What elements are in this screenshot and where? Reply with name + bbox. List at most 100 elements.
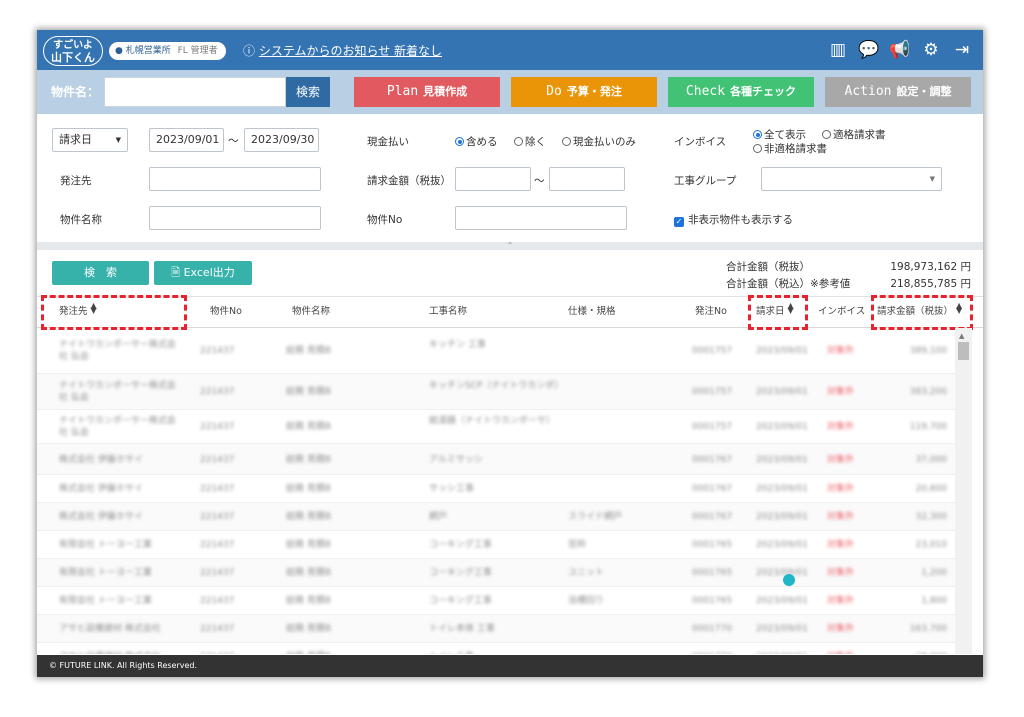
cell-amt: 389,100 <box>909 346 947 356</box>
cell-amt: 119,700 <box>909 422 947 432</box>
chevron-down-icon: ▼ <box>115 136 121 144</box>
excel-icon: 🗎 <box>171 266 181 279</box>
results-bar: 検 索 🗎 Excel出力 合計金額（税抜） 198,973,162 円 合計金… <box>37 250 983 296</box>
office-name: 札幌営業所 <box>125 46 171 56</box>
cell-inv: 対象外 <box>827 387 855 397</box>
table-row[interactable]: アサヒ設備建材 株式会社 221437 総務 見積B トイレ工事 0001770 2023… <box>37 643 955 654</box>
cell-orderer: アサヒ設備建材 株式会社 <box>59 651 184 654</box>
cell-inv: 対象外 <box>827 346 855 356</box>
invoice-option-nonqualified[interactable]: 非適格請求書 <box>753 141 827 156</box>
cell-work: キッチン 工事 <box>429 340 486 350</box>
excel-export-button[interactable]: 🗎 Excel出力 <box>154 261 252 285</box>
total-ex-tax-value: 198,973,162 円 <box>890 261 971 273</box>
highlight-amount-sort <box>871 295 973 330</box>
date-from-input[interactable]: 2023/09/01 <box>149 128 224 152</box>
action-button[interactable]: Action 設定・調整 <box>825 77 971 107</box>
invoice-option-all[interactable]: 全て表示 <box>753 127 806 142</box>
scroll-up-icon[interactable]: ▲ <box>959 332 964 340</box>
work-group-select[interactable]: ▼ <box>761 167 942 191</box>
table-row[interactable]: アサヒ設備建材 株式会社 221437 総務 見積B トイレ本体 工事 0001770 2… <box>37 615 955 643</box>
property-search-input[interactable] <box>104 77 286 107</box>
table-row[interactable]: ナイトウカンポーサー株式会社 弘会 221437 総務 見積B 給湯器（ナイトウカンポ… <box>37 410 955 444</box>
invoice-option-qualified[interactable]: 適格請求書 <box>822 127 886 142</box>
app-window: すごいよ 山下くん ● 札幌営業所 FL 管理者 ⓘ システムからのお知らせ 新… <box>37 30 983 677</box>
cash-option-only[interactable]: 現金払いのみ <box>562 134 636 149</box>
table-header: 発注先▲ ▼ 物件No 物件名称 工事名称 仕様・規格 発注No 請求日▲ ▼ イン… <box>37 295 983 330</box>
cell-amt: 32,300 <box>915 512 948 522</box>
cell-orderer: ナイトウカンポーサー株式会社 弘会 <box>59 340 176 362</box>
search-button[interactable]: 検 索 <box>52 261 149 285</box>
orderer-input[interactable] <box>149 167 321 191</box>
cell-amt: 37,000 <box>915 454 948 465</box>
amount-from-input[interactable] <box>455 167 531 191</box>
col-property-no: 物件No <box>210 306 242 317</box>
cell-ono: 0001765 <box>692 540 733 550</box>
table-scrollbar[interactable]: ▲ <box>955 328 972 654</box>
app-logo[interactable]: すごいよ 山下くん <box>43 36 103 66</box>
property-no-input[interactable] <box>455 206 627 230</box>
radio-icon <box>562 137 571 146</box>
date-type-value: 請求日 <box>59 133 92 146</box>
date-to-input[interactable]: 2023/09/30 <box>244 128 319 152</box>
collapse-toggle[interactable]: ⌃ <box>37 242 983 250</box>
col-order-no: 発注No <box>695 306 727 317</box>
table-row[interactable]: 有限会社 トーヨー工業 221437 総務 見積B コーキング工事 浴槽回り 000176… <box>37 587 955 615</box>
radio-icon <box>753 144 762 153</box>
cell-amt: 1,800 <box>921 596 947 606</box>
cell-ono: 0001757 <box>692 422 733 432</box>
orderer-label: 発注先 <box>60 175 92 187</box>
cell-amt: 28,000 <box>877 651 948 654</box>
table-row[interactable]: 有限会社 トーヨー工業 221437 総務 見積B コーキング工事 ユニット 000176… <box>37 559 955 587</box>
plan-button[interactable]: Plan 見積作成 <box>354 77 500 107</box>
cash-label: 現金払い <box>367 136 409 148</box>
user-icon: ● <box>115 46 123 56</box>
date-type-select[interactable]: 請求日 ▼ <box>52 128 128 152</box>
cash-option-include[interactable]: 含める <box>455 134 498 149</box>
do-key: Do <box>546 84 562 99</box>
action-key: Action <box>844 84 892 99</box>
footer: © FUTURE LINK. All Rights Reserved. <box>37 655 983 677</box>
cell-pname: 総務 見積B <box>286 422 332 432</box>
chat-icon[interactable]: 💬 <box>858 38 880 62</box>
logout-icon[interactable]: ⇥ <box>951 38 973 62</box>
do-button[interactable]: Do 予算・発注 <box>511 77 657 107</box>
cell-pno: 221437 <box>200 454 235 465</box>
building-icon[interactable]: ▥ <box>827 38 849 62</box>
check-button[interactable]: Check 各種チェック <box>668 77 814 107</box>
cell-inv: 対象外 <box>827 596 855 606</box>
table-row[interactable]: 株式会社 伊藤ホサイ 221437 総務 見積B アルミサッシ 0001767 2023/… <box>37 444 955 475</box>
cell-work: 給湯器（ナイトウカンポーサ） <box>429 416 555 426</box>
table-row[interactable]: ナイトウカンポーサー株式会社 弘会 221437 総務 見積B キッチンSCP（ナイト… <box>37 374 955 410</box>
check-label: 各種チェック <box>730 85 797 98</box>
table-row[interactable]: ナイトウカンポーサー株式会社 弘会 221437 総務 見積B キッチン 工事 0001… <box>37 328 955 374</box>
cell-pno: 221437 <box>200 346 235 356</box>
user-badge[interactable]: ● 札幌営業所 FL 管理者 <box>109 42 226 60</box>
table-row[interactable]: 株式会社 伊藤ホサイ 221437 総務 見積B 網戸 スライド網戸 0001767 202… <box>37 503 955 531</box>
show-hidden-checkbox[interactable]: ✓ 非表示物件も表示する <box>674 212 793 227</box>
cell-pno: 221437 <box>200 540 235 550</box>
cell-pno: 221437 <box>200 596 235 606</box>
cell-amt: 23,010 <box>915 540 948 550</box>
notice-link[interactable]: システムからのお知らせ 新着なし <box>259 44 442 58</box>
amount-separator: ～ <box>534 175 545 187</box>
cell-pno: 221437 <box>200 422 235 432</box>
cell-orderer: ナイトウカンポーサー株式会社 弘会 <box>59 416 176 438</box>
cell-date: 2023/09/01 <box>756 624 808 634</box>
property-name-input[interactable] <box>149 206 321 230</box>
filter-panel: 請求日 ▼ 2023/09/01 ～ 2023/09/30 現金払い 含める 除… <box>37 114 983 242</box>
scroll-thumb[interactable] <box>958 342 969 360</box>
checkmark-icon: ✓ <box>674 217 684 227</box>
table-row[interactable]: 株式会社 伊藤ホサイ 221437 総務 見積B サッシ工事 0001767 2023/0… <box>37 475 955 503</box>
cash-option-exclude[interactable]: 除く <box>514 134 546 149</box>
table-row[interactable]: 有限会社 トーヨー工業 221437 総務 見積B コーキング工事 窓枠 0001765 2… <box>37 531 955 559</box>
amount-to-input[interactable] <box>549 167 625 191</box>
gear-icon[interactable]: ⚙ <box>920 38 942 62</box>
property-search-button[interactable]: 検索 <box>286 77 330 107</box>
cell-pno: 221437 <box>200 484 235 494</box>
cell-orderer: 有限会社 トーヨー工業 <box>59 540 152 550</box>
system-notice[interactable]: ⓘ システムからのお知らせ 新着なし <box>243 42 442 60</box>
cell-pname: 総務 見積B <box>286 540 332 550</box>
plan-key: Plan <box>386 84 419 99</box>
megaphone-icon[interactable]: 📢 <box>889 38 911 62</box>
cell-spec: ユニット <box>568 568 605 578</box>
